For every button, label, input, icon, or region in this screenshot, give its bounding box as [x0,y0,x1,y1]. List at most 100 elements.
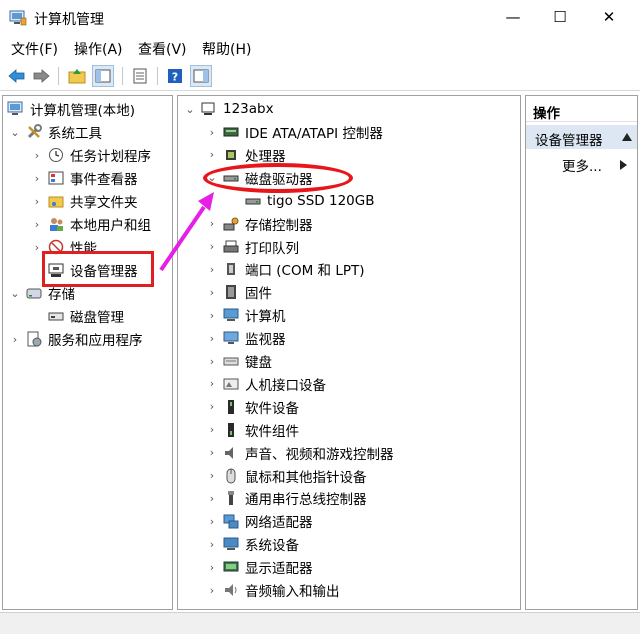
tree-services[interactable]: › 服务和应用程序 [9,328,143,350]
chevron-right-icon[interactable]: › [206,446,218,459]
device-category[interactable]: › 人机接口设备 [206,373,326,395]
tree-root[interactable]: 计算机管理(本地) [7,98,135,120]
chevron-right-icon[interactable]: › [31,218,43,231]
device-label: 监视器 [245,332,286,349]
toolbar: ? [0,61,640,91]
chevron-right-icon[interactable]: › [206,240,218,253]
submenu-triangle-icon [620,160,627,170]
device-label: 网络适配器 [245,515,313,532]
show-hide-tree-icon[interactable] [92,65,114,87]
device-tree-root-label: 123abx [223,101,274,117]
chevron-right-icon[interactable]: › [206,126,218,139]
more-actions-label: 更多... [562,159,602,175]
menu-action[interactable]: 操作(A) [74,39,123,59]
title-bar: 计算机管理 — ☐ ✕ [0,0,640,36]
device-category[interactable]: › 鼠标和其他指针设备 [206,465,367,487]
minimize-button[interactable]: — [490,0,536,34]
device-category[interactable]: › 端口 (COM 和 LPT) [206,258,365,280]
properties-icon[interactable] [129,65,151,87]
device-label: 打印队列 [245,240,299,257]
chevron-right-icon[interactable]: › [31,149,43,162]
tree-local-users-label: 本地用户和组 [70,218,151,234]
device-category[interactable]: › 键盘 [206,350,272,372]
chevron-right-icon[interactable]: › [31,172,43,185]
device-category[interactable]: › 通用串行总线控制器 [206,487,367,509]
chevron-right-icon[interactable]: › [206,515,218,528]
firmware-icon [222,284,240,300]
chevron-down-icon[interactable]: ⌄ [9,287,21,300]
sound-icon [222,445,240,461]
computer-icon [222,307,240,323]
show-action-pane-icon[interactable] [190,65,212,87]
tree-task-scheduler[interactable]: › 任务计划程序 [31,144,151,166]
menu-view[interactable]: 查看(V) [138,39,187,59]
tree-event-viewer[interactable]: › 事件查看器 [31,167,138,189]
device-category[interactable]: › 存储控制器 [206,213,313,235]
chevron-right-icon[interactable]: › [206,332,218,345]
device-label: 键盘 [245,355,272,371]
back-icon[interactable] [6,65,28,87]
menu-help[interactable]: 帮助(H) [202,39,251,59]
device-category[interactable]: › 网络适配器 [206,510,313,532]
device-category[interactable]: › 音频输入和输出 [206,579,340,601]
chevron-right-icon[interactable]: › [31,195,43,208]
device-category[interactable]: › 软件设备 [206,396,299,418]
device-category[interactable]: › 声音、视频和游戏控制器 [206,442,394,464]
actions-section-device-manager[interactable]: 设备管理器 [526,125,637,149]
chevron-right-icon[interactable]: › [206,492,218,505]
chevron-right-icon[interactable]: › [206,148,218,161]
actions-pane: 操作 设备管理器 更多... [525,95,638,610]
chevron-right-icon[interactable]: › [206,286,218,299]
chevron-right-icon[interactable]: › [206,561,218,574]
tools-icon [25,124,43,140]
chevron-right-icon[interactable]: › [206,584,218,597]
chevron-right-icon[interactable]: › [206,538,218,551]
more-actions-item[interactable]: 更多... [526,153,637,175]
chevron-right-icon[interactable]: › [206,309,218,322]
annotation-highlight-ellipse [203,163,353,193]
tree-disk-management[interactable]: 磁盘管理 [47,305,124,327]
usb-icon [222,490,240,506]
chevron-down-icon[interactable]: ⌄ [184,103,196,116]
close-button[interactable]: ✕ [586,0,632,34]
storage-controller-icon [222,216,240,232]
chevron-right-icon[interactable]: › [206,377,218,390]
device-item[interactable]: tigo SSD 120GB [244,190,374,212]
software-component-icon [222,422,240,438]
device-tree-root[interactable]: ⌄ 123abx [184,98,274,120]
device-label: tigo SSD 120GB [267,192,375,209]
device-category[interactable]: › 显示适配器 [206,556,313,578]
chevron-right-icon[interactable]: › [206,400,218,413]
chevron-right-icon[interactable]: › [9,333,21,346]
collapse-triangle-icon[interactable] [622,133,632,141]
chevron-down-icon[interactable]: ⌄ [9,126,21,139]
device-category[interactable]: › 计算机 [206,304,286,326]
tree-system-tools[interactable]: ⌄ 系统工具 [9,121,102,143]
chevron-right-icon[interactable]: › [206,217,218,230]
device-category[interactable]: › 软件组件 [206,419,299,441]
chevron-right-icon[interactable]: › [206,423,218,436]
device-label: 端口 (COM 和 LPT) [245,263,365,280]
device-category[interactable]: › 系统设备 [206,533,299,555]
device-category[interactable]: › 固件 [206,281,272,303]
chevron-right-icon[interactable]: › [206,469,218,482]
device-category[interactable]: › 打印队列 [206,236,299,258]
help-icon[interactable]: ? [164,65,186,87]
menu-file[interactable]: 文件(F) [11,39,58,59]
device-label: 显示适配器 [245,561,313,578]
chevron-right-icon[interactable]: › [206,355,218,368]
actions-header: 操作 [526,96,637,122]
device-label: 存储控制器 [245,217,313,234]
device-category[interactable]: › IDE ATA/ATAPI 控制器 [206,121,383,143]
chevron-right-icon[interactable]: › [206,263,218,276]
software-device-icon [222,399,240,415]
forward-icon[interactable] [30,65,52,87]
up-folder-icon[interactable] [66,65,88,87]
device-category[interactable]: › 监视器 [206,327,286,349]
tree-shared-folders[interactable]: › 共享文件夹 [31,190,138,212]
tree-local-users[interactable]: › 本地用户和组 [31,213,151,235]
ide-controller-icon [222,124,240,140]
maximize-button[interactable]: ☐ [537,0,583,34]
tree-services-label: 服务和应用程序 [48,333,143,349]
network-adapter-icon [222,513,240,529]
